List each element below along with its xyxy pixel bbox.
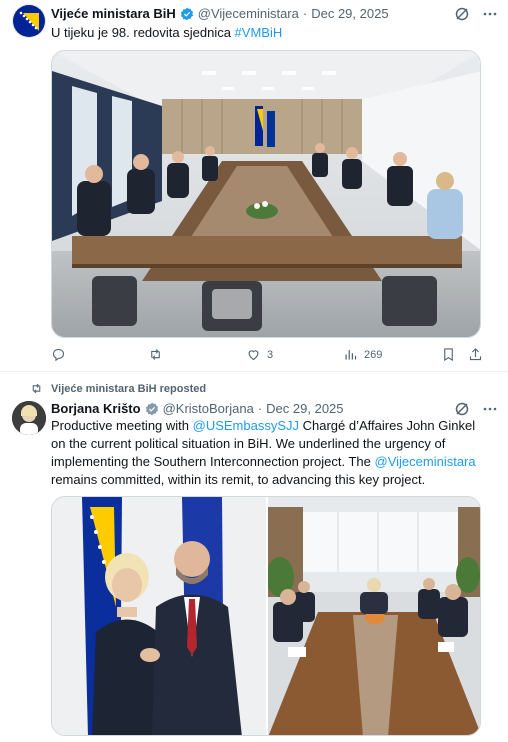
tweet-2-body-1: Productive meeting with bbox=[51, 418, 193, 433]
separator-dot: · bbox=[257, 401, 263, 416]
reply-icon bbox=[52, 348, 65, 362]
grok-icon[interactable] bbox=[454, 401, 470, 417]
repost-label: Vijeće ministara BiH reposted bbox=[51, 382, 207, 395]
author-name[interactable]: Borjana Krišto bbox=[51, 401, 141, 416]
repost-icon bbox=[32, 383, 41, 394]
views-icon bbox=[345, 350, 357, 360]
author-handle[interactable]: @Vijeceministara bbox=[198, 6, 299, 21]
avatar-photo bbox=[12, 401, 46, 435]
tweet-2[interactable]: Vijeće ministara BiH reposted Borjana Kr… bbox=[0, 373, 508, 742]
tweet-date[interactable]: Dec 29, 2025 bbox=[266, 401, 343, 416]
bookmark-icon bbox=[444, 348, 453, 362]
tweet-2-text: Productive meeting with @USEmbassySJJ Ch… bbox=[51, 417, 483, 489]
share-button[interactable] bbox=[468, 347, 483, 362]
bih-flag-icon bbox=[13, 5, 45, 37]
meeting-room-photo bbox=[52, 51, 480, 337]
like-count: 3 bbox=[267, 348, 274, 361]
separator-dot: · bbox=[302, 6, 308, 21]
more-icon[interactable] bbox=[482, 401, 498, 417]
reply-button[interactable] bbox=[51, 347, 72, 362]
tweet-2-header: Borjana Krišto @KristoBorjana · Dec 29, … bbox=[51, 401, 344, 416]
tweet-2-media bbox=[51, 496, 481, 736]
tweet-1-photo[interactable] bbox=[51, 50, 481, 338]
like-icon bbox=[248, 350, 259, 361]
handshake-photo[interactable] bbox=[52, 497, 266, 736]
tweet-2-body-3: remains committed, within its remit, to … bbox=[51, 472, 426, 487]
repost-indicator[interactable]: Vijeće ministara BiH reposted bbox=[30, 382, 206, 395]
share-icon bbox=[469, 348, 482, 361]
tweet-date[interactable]: Dec 29, 2025 bbox=[311, 6, 388, 21]
verified-badge-icon bbox=[180, 7, 193, 20]
avatar-borjana[interactable] bbox=[12, 401, 46, 435]
views-button[interactable]: 269 bbox=[343, 347, 382, 362]
more-icon[interactable] bbox=[482, 6, 498, 22]
tweet-1-top-icons bbox=[454, 6, 498, 22]
repost-icon bbox=[151, 349, 160, 360]
tweet-1[interactable]: Vijeće ministara BiH @Vijeceministara · … bbox=[0, 0, 508, 372]
tweet-1-text: U tijeku je 98. redovita sjednica #VMBiH bbox=[51, 24, 481, 42]
avatar-vijece[interactable] bbox=[12, 4, 46, 38]
tweet-1-body: U tijeku je 98. redovita sjednica bbox=[51, 25, 235, 40]
meeting-table-photo[interactable] bbox=[268, 497, 481, 736]
tweet-1-header: Vijeće ministara BiH @Vijeceministara · … bbox=[51, 6, 389, 21]
like-button[interactable]: 3 bbox=[246, 347, 273, 362]
bookmark-button[interactable] bbox=[441, 347, 456, 362]
repost-button[interactable] bbox=[148, 347, 169, 362]
tweet-1-actions: 3 269 bbox=[51, 347, 491, 365]
mention-usembassy[interactable]: @USEmbassySJJ bbox=[193, 418, 299, 433]
mention-vijeceministara[interactable]: @Vijeceministara bbox=[375, 454, 476, 469]
author-name[interactable]: Vijeće ministara BiH bbox=[51, 6, 176, 21]
verified-badge-icon bbox=[145, 402, 158, 415]
author-handle[interactable]: @KristoBorjana bbox=[163, 401, 254, 416]
views-count: 269 bbox=[364, 348, 383, 361]
grok-icon[interactable] bbox=[454, 6, 470, 22]
hashtag-link[interactable]: #VMBiH bbox=[235, 25, 283, 40]
tweet-2-top-icons bbox=[454, 401, 498, 417]
